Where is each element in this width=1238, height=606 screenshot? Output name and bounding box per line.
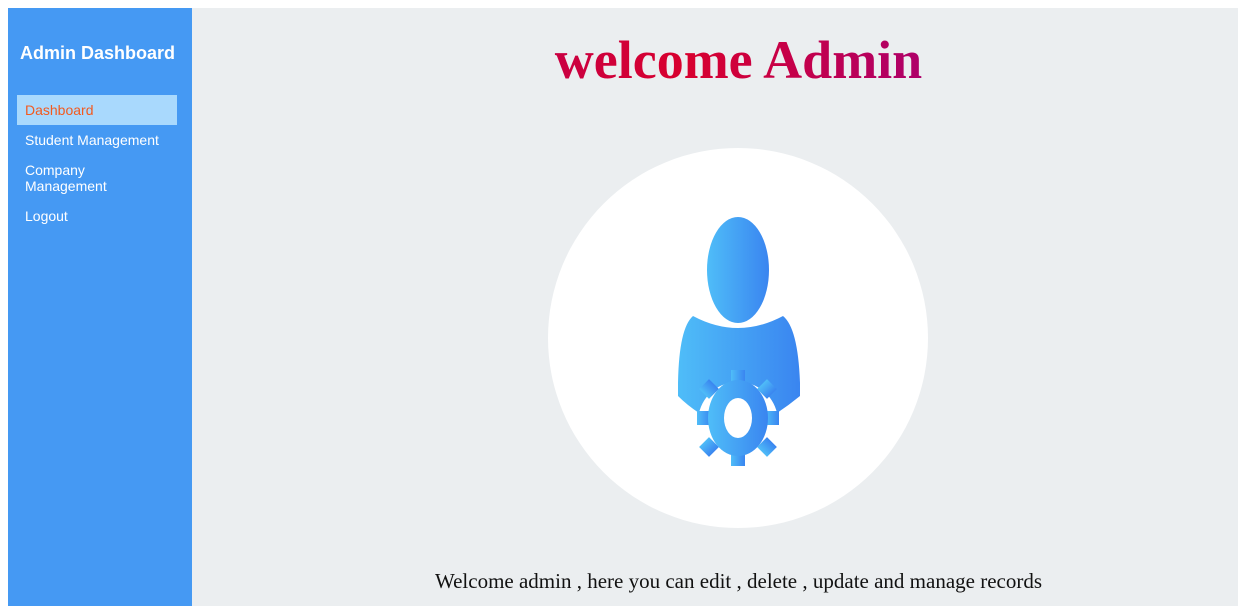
sidebar: Admin Dashboard Dashboard Student Manage… xyxy=(8,8,192,606)
sidebar-item-company-management[interactable]: Company Management xyxy=(17,155,123,201)
sidebar-item-logout[interactable]: Logout xyxy=(17,201,177,231)
app-frame: Admin Dashboard Dashboard Student Manage… xyxy=(8,8,1238,606)
welcome-heading: welcome Admin xyxy=(192,29,1238,91)
sidebar-nav: Dashboard Student Management Company Man… xyxy=(8,95,192,231)
avatar-circle xyxy=(548,148,928,528)
sidebar-title: Admin Dashboard xyxy=(20,43,176,63)
sidebar-item-dashboard[interactable]: Dashboard xyxy=(17,95,177,125)
admin-user-gear-icon xyxy=(678,217,800,466)
main-content: welcome Admin Welcome admin , here you c… xyxy=(192,8,1238,606)
sidebar-item-student-management[interactable]: Student Management xyxy=(17,125,177,155)
welcome-message: Welcome admin , here you can edit , dele… xyxy=(434,569,1043,593)
